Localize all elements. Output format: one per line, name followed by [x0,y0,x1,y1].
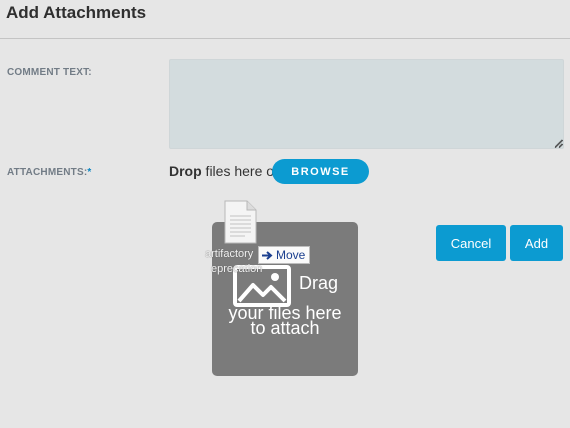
drag-effect-tooltip: Move [258,246,311,264]
add-button[interactable]: Add [510,225,563,261]
required-marker: * [87,167,92,178]
browse-button[interactable]: BROWSE [272,159,369,184]
arrow-right-icon [262,250,273,260]
dialog-title: Add Attachments [6,3,147,22]
comment-text-label: COMMENT TEXT: [7,67,92,78]
resize-grip-icon[interactable] [553,138,563,148]
attachments-label: ATTACHMENTS:* [7,167,91,178]
cancel-button[interactable]: Cancel [436,225,506,261]
dragged-file-name-line2: eprecation [211,263,263,275]
attachments-label-text: ATTACHMENTS: [7,167,88,178]
drop-files-hint: Drop files here or [169,163,279,179]
document-icon [224,200,257,244]
comment-text-input[interactable] [169,59,564,149]
drop-hint-bold: Drop [169,163,202,179]
dialog-header: Add Attachments [0,0,570,39]
overlay-drag-text: Drag [299,273,339,293]
drag-effect-label: Move [276,248,306,262]
overlay-attach-text: to attach [250,318,320,338]
drop-hint-rest: files here or [201,163,279,179]
dragged-file-name-line1: artifactory [205,248,254,260]
